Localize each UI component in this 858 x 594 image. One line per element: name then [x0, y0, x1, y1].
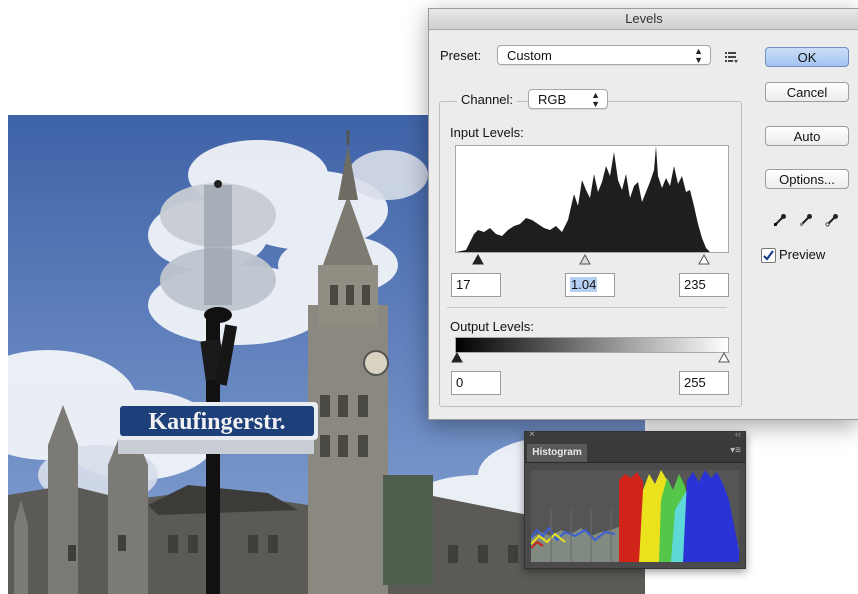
preview-checkbox[interactable]: [761, 248, 776, 263]
preview-label: Preview: [779, 247, 826, 262]
panel-topbar: × ‹‹: [525, 429, 745, 442]
input-black-slider[interactable]: [472, 253, 484, 265]
clock-icon: [363, 350, 389, 376]
color-histogram: [531, 470, 739, 562]
input-slider-track[interactable]: [455, 252, 727, 266]
input-black-value: 17: [456, 277, 471, 292]
input-gamma-value: 1.04: [570, 277, 598, 292]
levels-dialog: Levels Preset: Custom ▲ ▼ Channel: RGB ▲ ▼…: [428, 8, 858, 420]
channel-select[interactable]: RGB ▲ ▼: [528, 89, 608, 109]
close-icon[interactable]: ×: [529, 429, 535, 440]
input-gamma-slider[interactable]: [579, 253, 591, 265]
input-gamma-field[interactable]: 1.04: [565, 273, 615, 297]
street-sign-text: Kaufingerstr.: [148, 409, 285, 435]
options-button[interactable]: Options...: [765, 169, 849, 189]
popup-arrows-icon: ▲ ▼: [591, 90, 600, 109]
tab-histogram[interactable]: Histogram: [527, 444, 587, 462]
white-eyedropper-icon[interactable]: [825, 213, 839, 227]
channel-label: Channel:: [457, 92, 518, 107]
input-histogram: [455, 145, 729, 253]
checkmark-icon: [763, 250, 774, 261]
divider: [447, 307, 727, 308]
output-black-slider[interactable]: [451, 351, 463, 363]
input-white-value: 235: [684, 277, 706, 292]
output-levels-label: Output Levels:: [450, 319, 534, 334]
histogram-shape: [456, 146, 710, 252]
preset-label: Preset:: [440, 48, 482, 63]
gray-eyedropper-icon[interactable]: [799, 213, 813, 227]
output-slider-track[interactable]: [451, 351, 731, 363]
preset-value: Custom: [507, 48, 552, 63]
collapse-icon[interactable]: ‹‹: [735, 429, 741, 439]
output-white-field[interactable]: 255: [679, 371, 729, 395]
dialog-title: Levels: [429, 9, 858, 30]
auto-button[interactable]: Auto: [765, 126, 849, 146]
preset-options-icon[interactable]: [725, 50, 739, 63]
histogram-panel: × ‹‹ Histogram ▾≡: [524, 429, 746, 569]
output-black-field[interactable]: 0: [451, 371, 501, 395]
channel-value: RGB: [538, 92, 567, 107]
ok-button[interactable]: OK: [765, 47, 849, 67]
preset-select[interactable]: Custom ▲ ▼: [497, 45, 711, 65]
street-sign: Kaufingerstr.: [116, 402, 318, 454]
panel-tabrow: Histogram ▾≡: [525, 442, 745, 463]
input-white-slider[interactable]: [698, 253, 710, 265]
input-white-field[interactable]: 235: [679, 273, 729, 297]
output-white-slider[interactable]: [718, 351, 730, 363]
popup-arrows-icon: ▲ ▼: [694, 46, 703, 65]
cancel-button[interactable]: Cancel: [765, 82, 849, 102]
black-eyedropper-icon[interactable]: [773, 213, 787, 227]
input-levels-label: Input Levels:: [450, 125, 524, 140]
output-black-value: 0: [456, 375, 464, 390]
panel-menu-icon[interactable]: ▾≡: [730, 445, 741, 456]
input-black-field[interactable]: 17: [451, 273, 501, 297]
output-white-value: 255: [684, 375, 706, 390]
